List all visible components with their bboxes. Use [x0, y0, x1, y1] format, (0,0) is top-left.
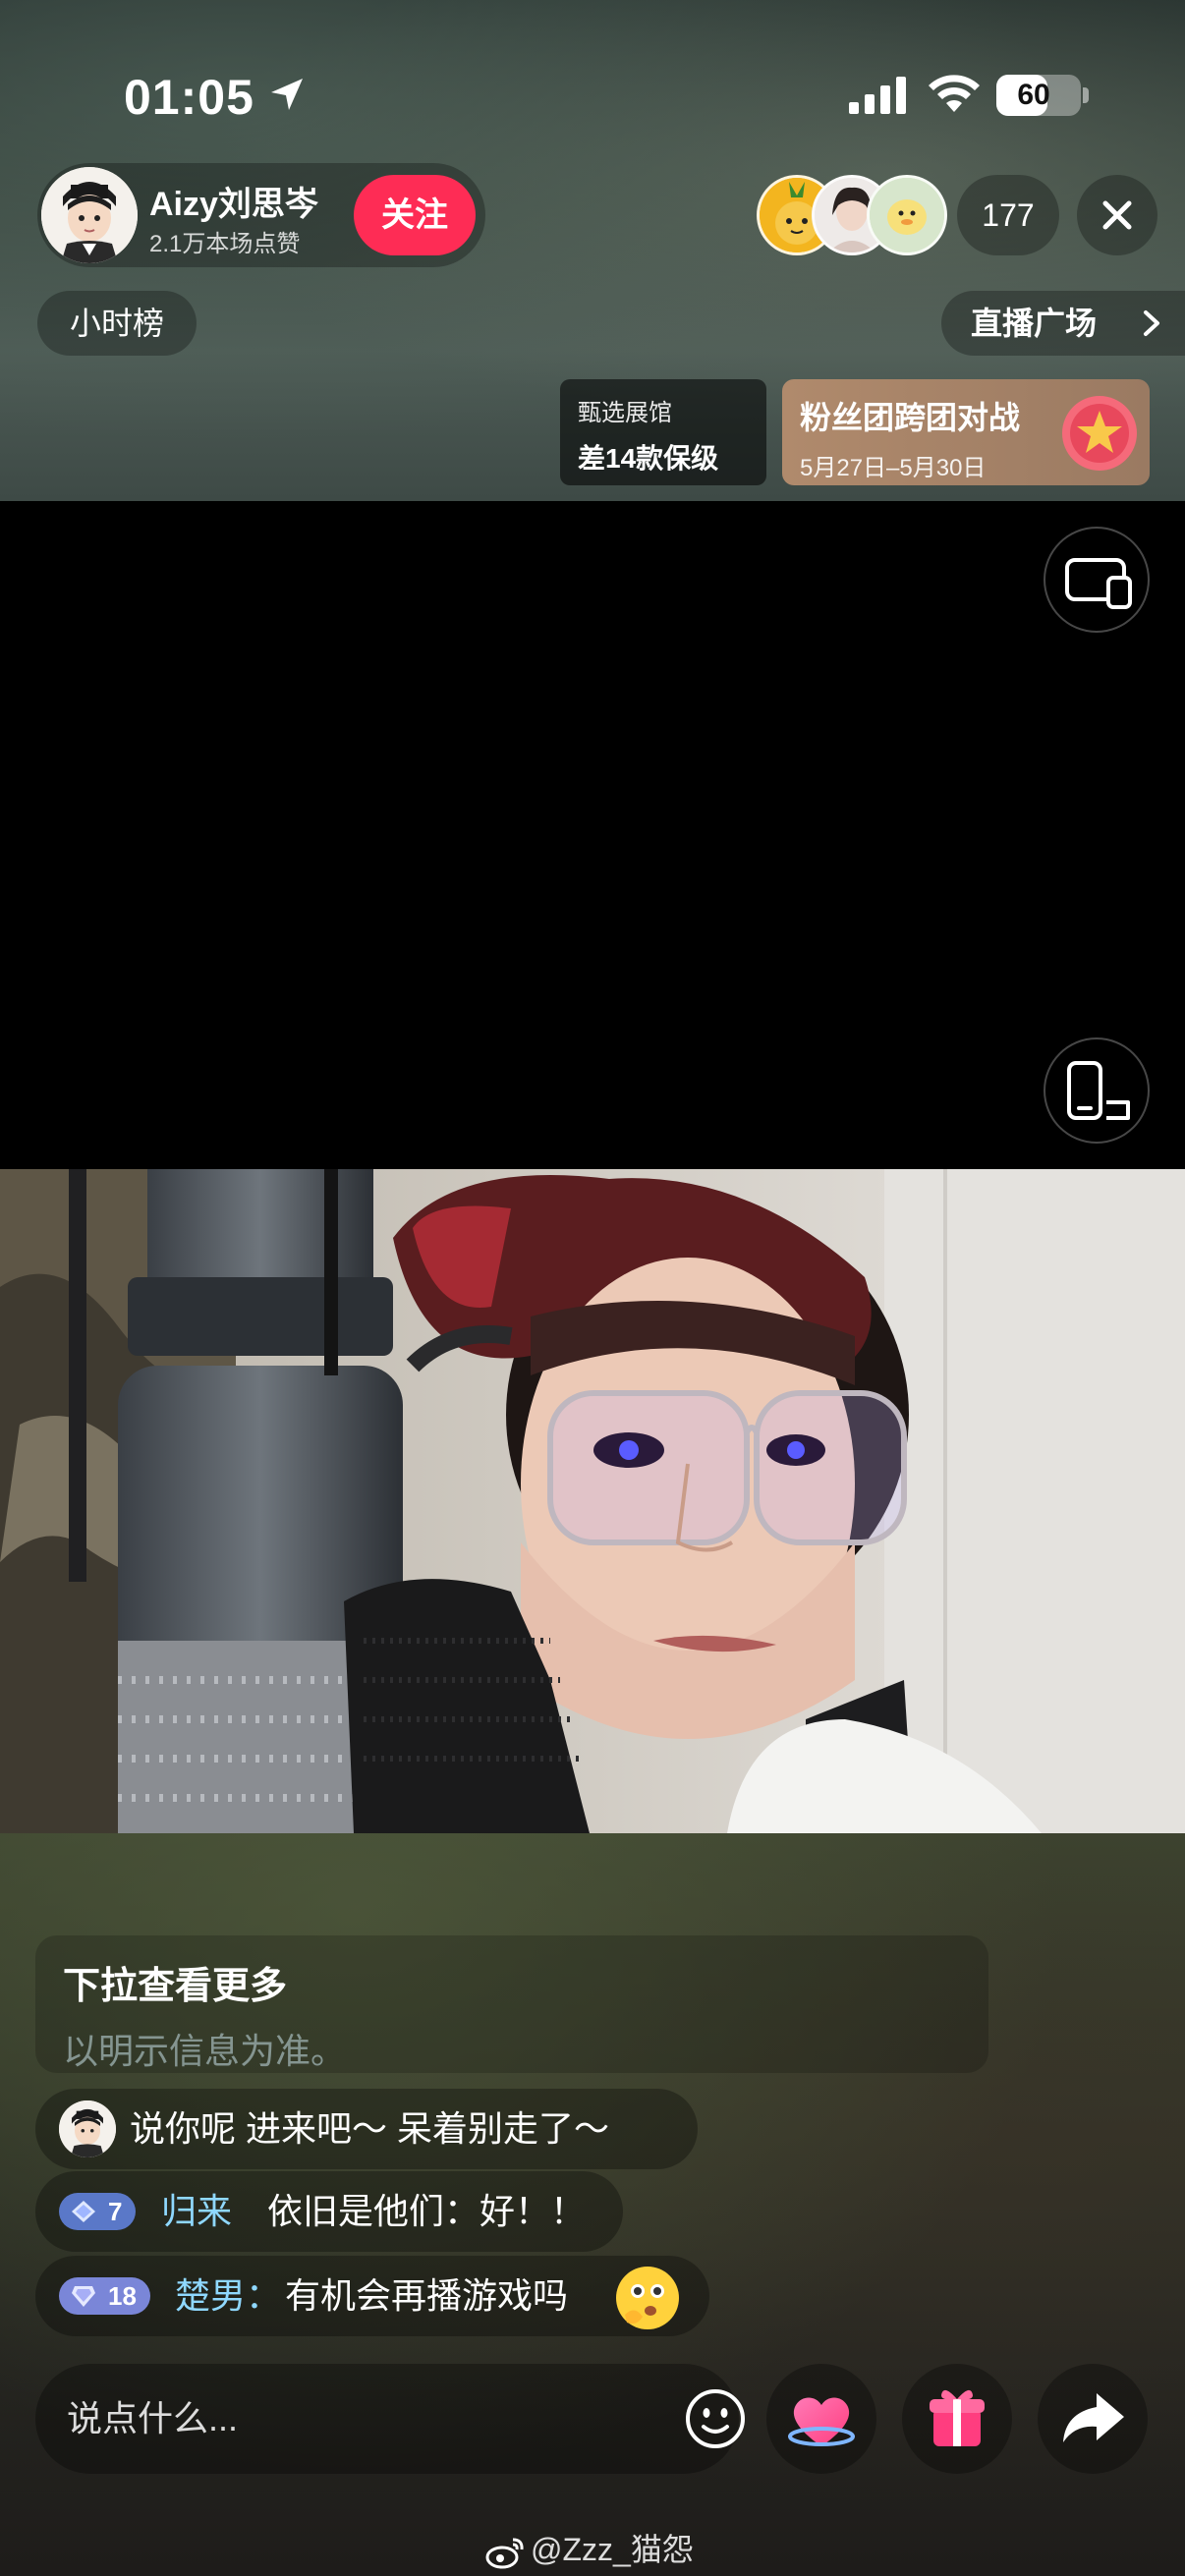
chat-username[interactable]: 归来 — [161, 2171, 232, 2252]
hourly-rank-button[interactable]: 小时榜 — [37, 291, 197, 356]
gift-icon — [930, 2389, 985, 2446]
weibo-watermark: @Zzz_猫怨 — [485, 2525, 694, 2570]
pull-down-notice[interactable]: 下拉查看更多 以明示信息为准。 — [35, 1935, 988, 2073]
chat-message[interactable]: 18 楚男： 有机会再播游戏吗 — [35, 2256, 709, 2336]
user-level-number: 7 — [108, 2197, 123, 2226]
star-badge-icon — [1062, 396, 1137, 471]
streamer-info-card[interactable]: Aizy刘思岑 2.1万本场点赞 关注 — [37, 163, 485, 267]
portrait-rotate-icon — [1067, 1061, 1130, 1120]
battery-percent-text: 60 — [1017, 79, 1050, 111]
chat-message[interactable]: 7 归来 依旧是他们：好！！ — [35, 2171, 623, 2252]
screen-cast-button[interactable] — [1044, 527, 1150, 633]
battery-tip — [1083, 87, 1089, 103]
live-plaza-label: 直播广场 — [971, 306, 1098, 341]
select-hall-title: 甄选展馆 — [578, 400, 672, 426]
live-video-frame[interactable] — [0, 1169, 1185, 1833]
cartoon-avatar-icon — [41, 167, 138, 263]
chat-message[interactable]: 说你呢 进来吧～ 呆着别走了～ — [35, 2089, 698, 2169]
streamer-likes-count: 2.1万本场点赞 — [149, 231, 301, 257]
user-level-badge: 7 — [59, 2193, 137, 2230]
comment-input[interactable]: 说点什么... — [35, 2364, 745, 2474]
chat-avatar — [59, 2100, 116, 2157]
chat-username[interactable]: 楚男： — [175, 2256, 281, 2336]
chevron-right-icon — [1144, 310, 1159, 336]
duck-avatar-icon — [870, 178, 944, 252]
battery-indicator: 60 — [996, 75, 1081, 116]
wifi-icon — [929, 75, 980, 112]
fan-battle-banner[interactable]: 粉丝团跨团对战 5月27日–5月30日 — [782, 379, 1150, 485]
user-level-number: 18 — [108, 2281, 137, 2311]
follow-button[interactable]: 关注 — [354, 175, 476, 255]
weibo-logo-icon — [485, 2538, 524, 2569]
comment-input-placeholder: 说点什么... — [67, 2398, 239, 2438]
like-button[interactable] — [766, 2364, 876, 2474]
status-time: 01:05 — [124, 70, 254, 125]
close-icon — [1102, 200, 1132, 230]
bottom-action-bar: 说点什么... — [0, 2364, 1185, 2478]
video-letterbox-top — [0, 501, 1185, 1169]
watermark-text: @Zzz_猫怨 — [531, 2532, 694, 2567]
notice-subtitle: 以明示信息为准。 — [63, 2031, 347, 2071]
cellular-signal-icon — [849, 77, 906, 114]
diamond-icon — [72, 2201, 95, 2222]
cartoon-avatar-icon — [59, 2100, 116, 2157]
chat-text: 有机会再播游戏吗 — [285, 2275, 569, 2316]
user-level-badge: 18 — [59, 2277, 150, 2315]
status-bar: 01:05 60 — [0, 0, 1185, 187]
emoji-icon[interactable] — [684, 2387, 747, 2450]
streamer-name: Aizy刘思岑 — [149, 186, 318, 223]
thinking-face-emoji-icon — [616, 2267, 679, 2329]
landscape-rotate-icon — [1065, 558, 1132, 609]
portrait-mode-button[interactable] — [1044, 1037, 1150, 1144]
share-button[interactable] — [1038, 2364, 1148, 2474]
streamer-video-image — [0, 1169, 1185, 1833]
viewer-avatar-3[interactable] — [867, 175, 947, 255]
select-hall-banner[interactable]: 甄选展馆 差14款保级 — [560, 379, 766, 485]
gift-button[interactable] — [902, 2364, 1012, 2474]
chat-text: 说你呢 进来吧～ 呆着别走了～ — [130, 2108, 610, 2149]
viewer-count-button[interactable]: 177 — [957, 175, 1059, 255]
heart-icon — [788, 2397, 855, 2446]
live-plaza-button[interactable]: 直播广场 — [941, 291, 1185, 356]
notice-title: 下拉查看更多 — [63, 1966, 288, 2007]
select-hall-subtitle: 差14款保级 — [578, 443, 719, 474]
gem-icon — [72, 2286, 95, 2307]
streamer-avatar[interactable] — [41, 167, 138, 263]
close-button[interactable] — [1077, 175, 1157, 255]
share-arrow-icon — [1063, 2393, 1124, 2442]
chat-text: 依旧是他们：好！！ — [267, 2191, 587, 2231]
location-arrow-icon — [271, 79, 303, 110]
